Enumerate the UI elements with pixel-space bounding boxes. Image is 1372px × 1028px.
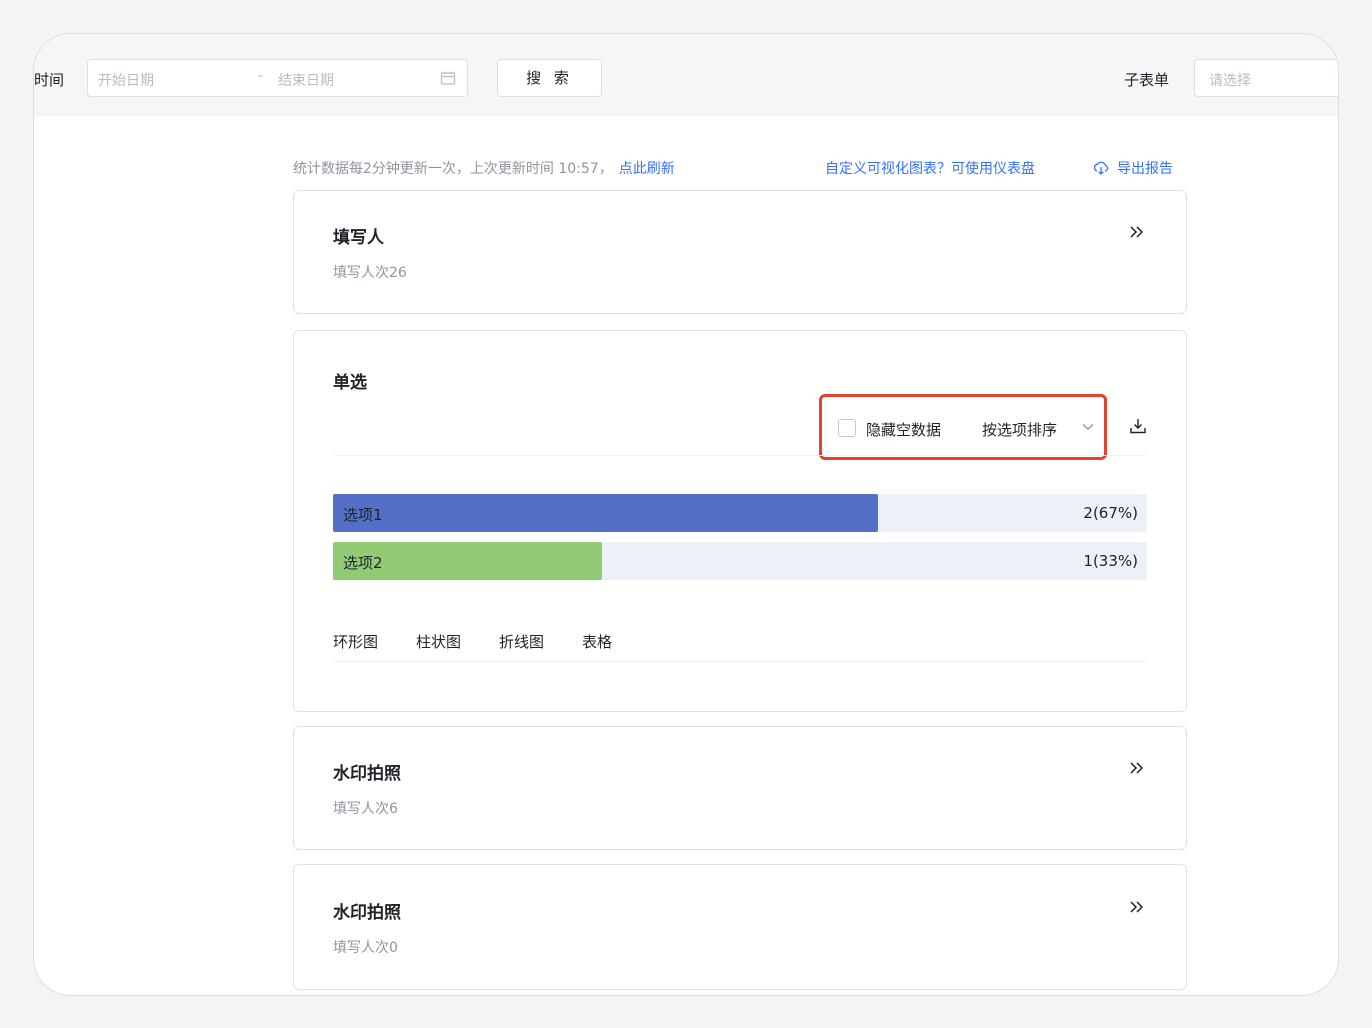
chart-options-highlight: 隐藏空数据 按选项排序	[819, 394, 1107, 460]
card-title: 填写人	[333, 228, 384, 248]
option-bar-fill	[333, 494, 879, 532]
time-label: 时间	[34, 71, 65, 89]
option-label: 选项1	[343, 506, 383, 524]
update-text: 统计数据每2分钟更新一次，上次更新时间 10:57，	[293, 161, 613, 177]
dashboard-link[interactable]: 自定义可视化图表？可使用仪表盘	[825, 158, 1035, 178]
tab-line-chart[interactable]: 折线图	[499, 631, 544, 652]
export-report-link[interactable]: 导出报告	[1093, 158, 1173, 178]
option-value: 1(33%)	[1083, 552, 1138, 570]
divider	[333, 661, 1147, 662]
card-subtitle: 填写人次6	[333, 801, 398, 817]
field-card-watermark-photo[interactable]: 水印拍照 填写人次6	[293, 726, 1187, 850]
hide-empty-label[interactable]: 隐藏空数据	[866, 419, 941, 440]
sub-form-placeholder: 请选择	[1209, 73, 1251, 89]
option-value: 2(67%)	[1083, 504, 1138, 522]
tab-donut-chart[interactable]: 环形图	[333, 631, 378, 652]
calendar-icon[interactable]	[440, 70, 456, 86]
filter-bar: 时间 开始日期 - 结束日期 搜 索 子表单 请选择	[34, 34, 1338, 116]
card-subtitle: 填写人次26	[333, 265, 407, 281]
double-chevron-right-icon[interactable]	[1128, 225, 1144, 239]
chevron-down-icon[interactable]	[1082, 423, 1094, 431]
field-card-single-choice: 单选 隐藏空数据 按选项排序 选项1 2(67%) 选项2 1(33%) 环形图	[293, 330, 1187, 712]
start-date-input[interactable]: 开始日期	[98, 70, 154, 90]
field-card-watermark-photo[interactable]: 水印拍照 填写人次0	[293, 864, 1187, 990]
card-title: 水印拍照	[333, 764, 401, 784]
card-subtitle: 填写人次0	[333, 940, 398, 956]
card-title: 水印拍照	[333, 903, 401, 923]
app-window: 时间 开始日期 - 结束日期 搜 索 子表单 请选择 统计数据每2分钟更新一次，…	[33, 33, 1339, 996]
refresh-link[interactable]: 点此刷新	[619, 161, 675, 177]
date-separator: -	[258, 68, 264, 84]
update-info: 统计数据每2分钟更新一次，上次更新时间 10:57， 点此刷新	[293, 158, 675, 178]
card-title: 单选	[333, 373, 367, 393]
search-button[interactable]: 搜 索	[497, 59, 602, 97]
sort-select[interactable]: 按选项排序	[982, 419, 1057, 440]
option-label: 选项2	[343, 554, 383, 572]
end-date-input[interactable]: 结束日期	[278, 70, 334, 90]
option-bar-row: 选项2 1(33%)	[333, 542, 1147, 580]
cloud-download-icon	[1093, 161, 1109, 175]
sub-form-label: 子表单	[1124, 71, 1170, 89]
double-chevron-right-icon[interactable]	[1128, 900, 1144, 914]
sub-form-select[interactable]: 请选择	[1194, 59, 1338, 97]
hide-empty-checkbox[interactable]	[838, 419, 856, 437]
divider	[333, 455, 1147, 456]
date-range-picker[interactable]: 开始日期 - 结束日期	[87, 59, 468, 97]
tab-bar-chart[interactable]: 柱状图	[416, 631, 461, 652]
download-icon[interactable]	[1129, 417, 1147, 435]
tab-table[interactable]: 表格	[582, 631, 612, 652]
option-bar-row: 选项1 2(67%)	[333, 494, 1147, 532]
chart-type-tabs: 环形图 柱状图 折线图 表格	[333, 631, 650, 652]
field-card-filler[interactable]: 填写人 填写人次26	[293, 190, 1187, 314]
export-label: 导出报告	[1117, 161, 1173, 177]
double-chevron-right-icon[interactable]	[1128, 761, 1144, 775]
